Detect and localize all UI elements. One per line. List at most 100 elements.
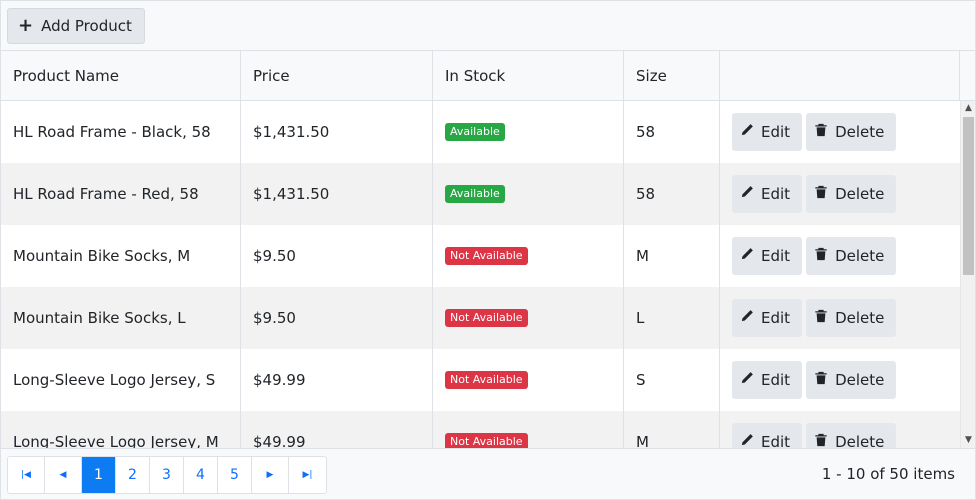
delete-button[interactable]: Delete [806, 299, 897, 337]
column-header-in-stock[interactable]: In Stock [433, 51, 624, 100]
edit-button[interactable]: Edit [732, 299, 803, 337]
trash-icon [814, 185, 828, 203]
stock-status-badge: Not Available [445, 309, 528, 327]
cell-price: $49.99 [241, 349, 433, 411]
add-product-button[interactable]: + Add Product [7, 8, 145, 44]
table-row[interactable]: Long-Sleeve Logo Jersey, S $49.99 Not Avai… [1, 349, 960, 411]
scrollbar-thumb[interactable] [963, 117, 974, 275]
delete-label: Delete [835, 433, 885, 448]
column-header-product-name[interactable]: Product Name [1, 51, 241, 100]
pager-buttons: |◀ ◀ 1 2 3 4 5 ▶ ▶| [7, 456, 327, 494]
grid-toolbar: + Add Product [1, 1, 975, 51]
pencil-icon [740, 185, 754, 203]
cell-price: $1,431.50 [241, 101, 433, 163]
pencil-icon [740, 433, 754, 448]
edit-label: Edit [761, 247, 791, 265]
cell-in-stock: Available [433, 101, 624, 163]
cell-size: L [624, 287, 720, 349]
trash-icon [814, 123, 828, 141]
scroll-down-icon[interactable]: ▼ [961, 433, 975, 448]
cell-product-name: Mountain Bike Socks, M [1, 225, 241, 287]
delete-button[interactable]: Delete [806, 113, 897, 151]
cell-price: $1,431.50 [241, 163, 433, 225]
delete-label: Delete [835, 185, 885, 203]
page-button[interactable]: 3 [150, 457, 184, 493]
edit-button[interactable]: Edit [732, 113, 803, 151]
cell-size: S [624, 349, 720, 411]
table-row[interactable]: HL Road Frame - Black, 58 $1,431.50 Availa… [1, 101, 960, 163]
cell-in-stock: Not Available [433, 411, 624, 448]
table-row[interactable]: Mountain Bike Socks, L $9.50 Not Available… [1, 287, 960, 349]
column-header-price[interactable]: Price [241, 51, 433, 100]
cell-product-name: Mountain Bike Socks, L [1, 287, 241, 349]
page-button[interactable]: 2 [116, 457, 150, 493]
stock-status-badge: Not Available [445, 247, 528, 265]
grid-rows: HL Road Frame - Black, 58 $1,431.50 Availa… [1, 101, 960, 448]
product-grid: + Add Product Product Name Price In Stoc… [0, 0, 976, 500]
stock-status-badge: Not Available [445, 433, 528, 448]
edit-button[interactable]: Edit [732, 361, 803, 399]
cell-product-name: Long-Sleeve Logo Jersey, S [1, 349, 241, 411]
table-row[interactable]: Long-Sleeve Logo Jersey, M $49.99 Not Avai… [1, 411, 960, 448]
grid-pager: |◀ ◀ 1 2 3 4 5 ▶ ▶| 1 - 10 of 50 items [1, 448, 975, 499]
cell-size: 58 [624, 163, 720, 225]
next-page-icon[interactable]: ▶ [252, 457, 289, 493]
vertical-scrollbar[interactable]: ▲ ▼ [960, 101, 975, 448]
pager-info: 1 - 10 of 50 items [821, 465, 955, 483]
stock-status-badge: Available [445, 185, 505, 203]
page-button[interactable]: 4 [184, 457, 218, 493]
header-scroll-spacer [960, 51, 975, 100]
prev-page-icon[interactable]: ◀ [45, 457, 82, 493]
cell-in-stock: Not Available [433, 349, 624, 411]
cell-in-stock: Not Available [433, 287, 624, 349]
edit-label: Edit [761, 433, 791, 448]
cell-actions: Edit Delete [720, 287, 960, 349]
grid-header: Product Name Price In Stock Size [1, 51, 975, 101]
pencil-icon [740, 247, 754, 265]
edit-label: Edit [761, 123, 791, 141]
cell-size: 58 [624, 101, 720, 163]
trash-icon [814, 371, 828, 389]
delete-label: Delete [835, 371, 885, 389]
stock-status-badge: Not Available [445, 371, 528, 389]
last-page-icon[interactable]: ▶| [289, 457, 326, 493]
delete-button[interactable]: Delete [806, 175, 897, 213]
trash-icon [814, 309, 828, 327]
stock-status-badge: Available [445, 123, 505, 141]
delete-label: Delete [835, 247, 885, 265]
cell-price: $49.99 [241, 411, 433, 448]
cell-actions: Edit Delete [720, 225, 960, 287]
scroll-up-icon[interactable]: ▲ [961, 101, 975, 116]
delete-button[interactable]: Delete [806, 237, 897, 275]
pencil-icon [740, 309, 754, 327]
cell-actions: Edit Delete [720, 163, 960, 225]
column-header-actions [720, 51, 960, 100]
plus-icon: + [18, 15, 34, 36]
page-button[interactable]: 1 [82, 457, 116, 493]
page-button[interactable]: 5 [218, 457, 252, 493]
trash-icon [814, 247, 828, 265]
cell-actions: Edit Delete [720, 411, 960, 448]
cell-actions: Edit Delete [720, 349, 960, 411]
edit-button[interactable]: Edit [732, 237, 803, 275]
edit-label: Edit [761, 309, 791, 327]
edit-button[interactable]: Edit [732, 423, 803, 448]
trash-icon [814, 433, 828, 448]
delete-button[interactable]: Delete [806, 423, 897, 448]
cell-in-stock: Not Available [433, 225, 624, 287]
edit-label: Edit [761, 185, 791, 203]
delete-label: Delete [835, 309, 885, 327]
delete-button[interactable]: Delete [806, 361, 897, 399]
first-page-icon[interactable]: |◀ [8, 457, 45, 493]
grid-body: HL Road Frame - Black, 58 $1,431.50 Availa… [1, 101, 975, 448]
table-row[interactable]: Mountain Bike Socks, M $9.50 Not Available… [1, 225, 960, 287]
edit-button[interactable]: Edit [732, 175, 803, 213]
cell-price: $9.50 [241, 225, 433, 287]
table-row[interactable]: HL Road Frame - Red, 58 $1,431.50 Availabl… [1, 163, 960, 225]
pencil-icon [740, 123, 754, 141]
cell-in-stock: Available [433, 163, 624, 225]
cell-actions: Edit Delete [720, 101, 960, 163]
column-header-size[interactable]: Size [624, 51, 720, 100]
cell-size: M [624, 225, 720, 287]
edit-label: Edit [761, 371, 791, 389]
